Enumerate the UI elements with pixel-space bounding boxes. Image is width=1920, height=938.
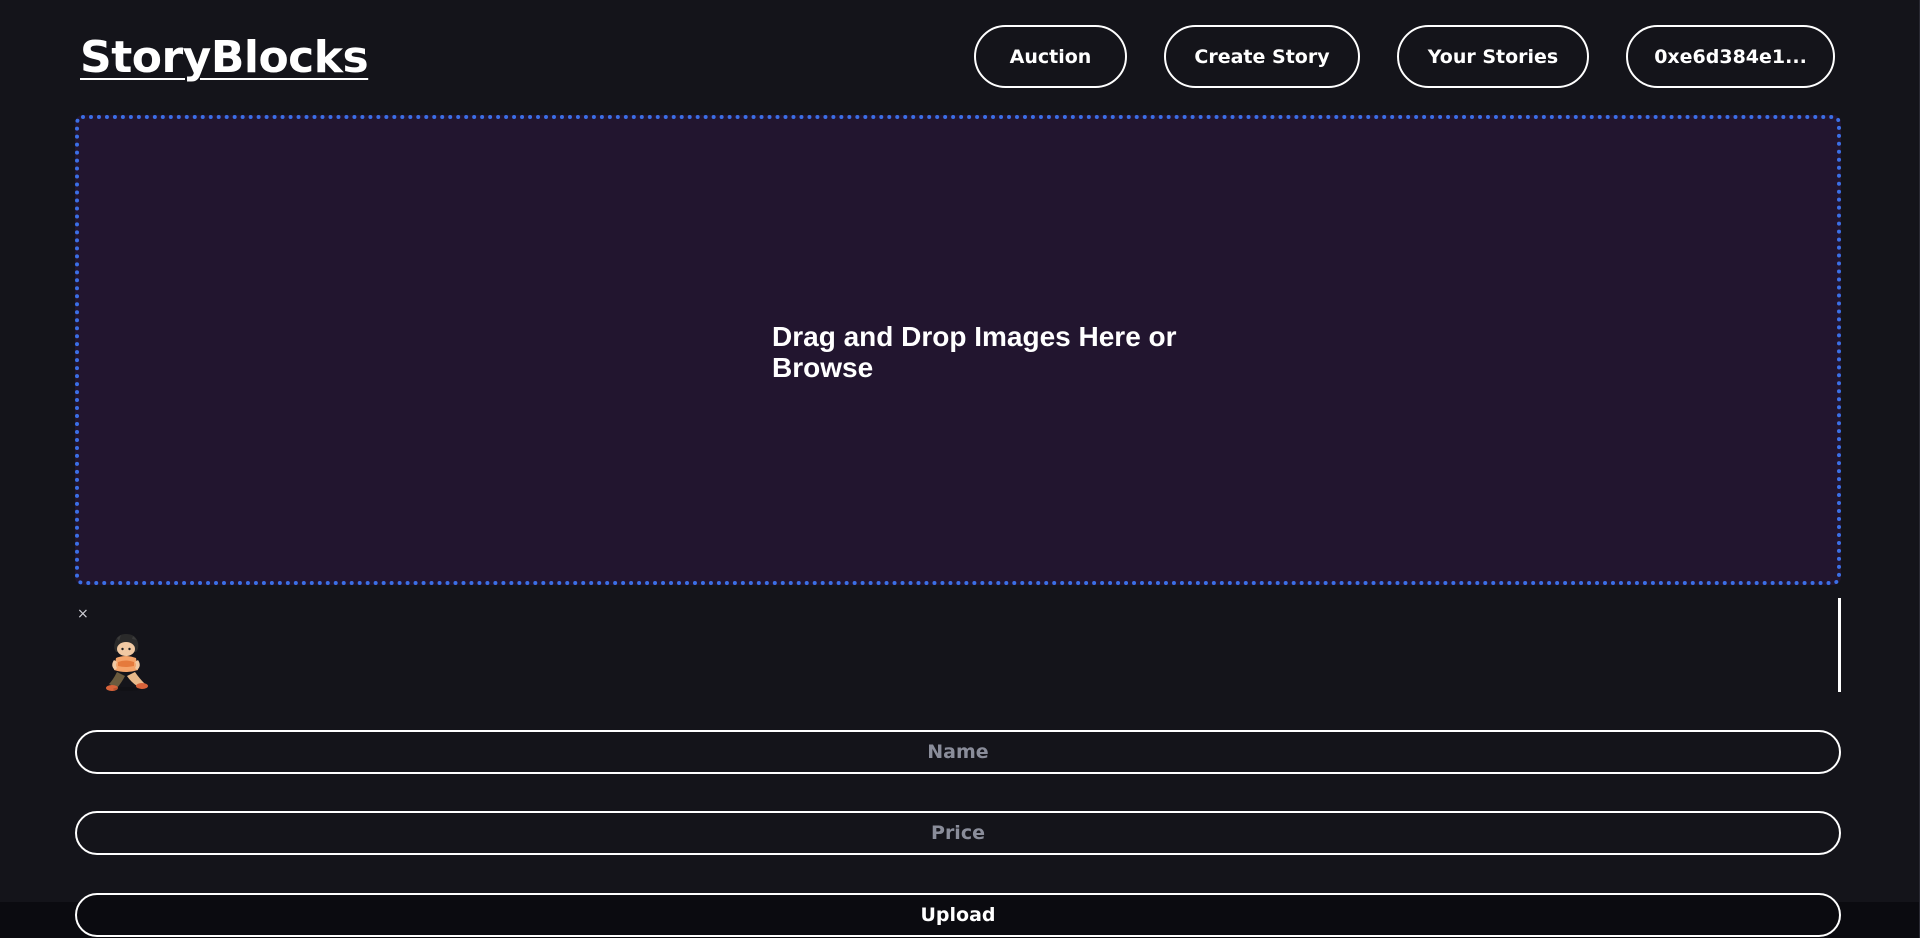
create-story-button[interactable]: Create Story xyxy=(1164,25,1360,88)
price-input[interactable] xyxy=(75,811,1841,855)
preview-scrollbar[interactable] xyxy=(1838,598,1841,692)
site-logo[interactable]: StoryBlocks xyxy=(80,30,369,86)
header: StoryBlocks Auction Create Story Your St… xyxy=(0,0,1920,112)
remove-image-icon[interactable]: × xyxy=(77,606,89,622)
name-input[interactable] xyxy=(75,730,1841,774)
auction-button[interactable]: Auction xyxy=(974,25,1127,88)
image-preview-strip: × xyxy=(75,598,1841,692)
page: StoryBlocks Auction Create Story Your St… xyxy=(0,0,1920,938)
upload-button[interactable]: Upload xyxy=(75,893,1841,937)
your-stories-button[interactable]: Your Stories xyxy=(1397,25,1589,88)
dropzone-label: Drag and Drop Images Here or Browse xyxy=(772,321,1177,383)
wallet-address-button[interactable]: 0xe6d384e1... xyxy=(1626,25,1835,88)
image-thumbnail[interactable] xyxy=(103,632,149,692)
image-dropzone[interactable]: Drag and Drop Images Here or Browse xyxy=(75,115,1841,585)
